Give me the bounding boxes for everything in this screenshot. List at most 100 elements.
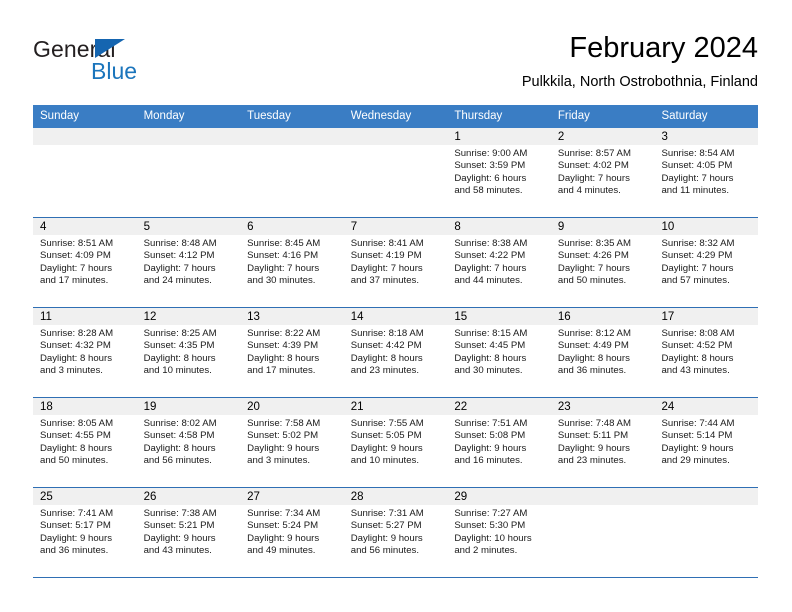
daylight-text-line1: Daylight: 9 hours bbox=[454, 442, 527, 454]
daylight-text-line1: Daylight: 9 hours bbox=[350, 532, 423, 544]
sunset-text: Sunset: 5:27 PM bbox=[350, 520, 422, 532]
day-cell[interactable]: 25 Sunrise: 7:41 AM Sunset: 5:17 PM Dayligh… bbox=[33, 488, 137, 577]
sunrise-text: Sunrise: 9:00 AM bbox=[454, 148, 528, 159]
daylight-text-line1: Daylight: 9 hours bbox=[350, 442, 423, 454]
sunrise-text: Sunrise: 8:25 AM bbox=[143, 328, 217, 339]
sunset-text: Sunset: 4:22 PM bbox=[454, 250, 526, 262]
sunset-text: Sunset: 4:39 PM bbox=[247, 340, 319, 352]
day-cell[interactable]: 29 Sunrise: 7:27 AM Sunset: 5:30 PM Dayligh… bbox=[447, 488, 551, 577]
day-cell[interactable]: 23 Sunrise: 7:48 AM Sunset: 5:11 PM Dayligh… bbox=[550, 398, 655, 487]
sunset-text: Sunset: 4:02 PM bbox=[557, 160, 629, 172]
daylight-text-line2: and 10 minutes. bbox=[143, 365, 212, 377]
day-cell[interactable]: 4 Sunrise: 8:51 AM Sunset: 4:09 PM Daylight… bbox=[33, 218, 137, 307]
daylight-text-line1: Daylight: 7 hours bbox=[557, 262, 630, 274]
day-number: 3 bbox=[654, 128, 759, 145]
day-cell[interactable]: 13 Sunrise: 8:22 AM Sunset: 4:39 PM Dayligh… bbox=[240, 308, 344, 397]
daylight-text-line2: and 16 minutes. bbox=[454, 455, 523, 467]
daylight-text-line2: and 3 minutes. bbox=[247, 455, 311, 467]
day-cell[interactable]: 2 Sunrise: 8:57 AM Sunset: 4:02 PM Daylight… bbox=[550, 128, 655, 217]
day-cell[interactable]: 18 Sunrise: 8:05 AM Sunset: 4:55 PM Dayligh… bbox=[33, 398, 137, 487]
calendar-week-row: 11 Sunrise: 8:28 AM Sunset: 4:32 PM Dayligh… bbox=[33, 307, 759, 397]
day-number bbox=[240, 128, 344, 145]
sunset-text: Sunset: 4:49 PM bbox=[557, 340, 629, 352]
day-number: 26 bbox=[136, 488, 241, 505]
daylight-text-line2: and 2 minutes. bbox=[454, 545, 518, 557]
daylight-text-line2: and 36 minutes. bbox=[40, 545, 109, 557]
day-cell[interactable]: 20 Sunrise: 7:58 AM Sunset: 5:02 PM Dayligh… bbox=[240, 398, 344, 487]
calendar-bottom-border bbox=[33, 577, 758, 578]
day-cell[interactable]: 24 Sunrise: 7:44 AM Sunset: 5:14 PM Dayligh… bbox=[654, 398, 759, 487]
day-number: 11 bbox=[33, 308, 137, 325]
day-number bbox=[136, 128, 241, 145]
day-cell-empty bbox=[550, 488, 655, 577]
day-number bbox=[343, 128, 448, 145]
daylight-text-line1: Daylight: 8 hours bbox=[40, 352, 112, 364]
general-blue-logo[interactable]: General Blue bbox=[33, 36, 233, 92]
day-cell[interactable]: 19 Sunrise: 8:02 AM Sunset: 4:58 PM Dayligh… bbox=[136, 398, 241, 487]
sunset-text: Sunset: 4:29 PM bbox=[661, 250, 733, 262]
daylight-text-line1: Daylight: 10 hours bbox=[454, 532, 532, 544]
day-number: 4 bbox=[33, 218, 137, 235]
day-number: 23 bbox=[550, 398, 655, 415]
sunset-text: Sunset: 4:16 PM bbox=[247, 250, 319, 262]
day-cell[interactable]: 7 Sunrise: 8:41 AM Sunset: 4:19 PM Daylight… bbox=[343, 218, 448, 307]
day-cell[interactable]: 5 Sunrise: 8:48 AM Sunset: 4:12 PM Daylight… bbox=[136, 218, 241, 307]
day-sun-info: Sunrise: 8:48 AM Sunset: 4:12 PM Daylight:… bbox=[137, 235, 241, 288]
sunset-text: Sunset: 4:32 PM bbox=[40, 340, 111, 352]
day-sun-info: Sunrise: 7:44 AM Sunset: 5:14 PM Daylight:… bbox=[654, 415, 758, 468]
day-cell[interactable]: 17 Sunrise: 8:08 AM Sunset: 4:52 PM Dayligh… bbox=[654, 308, 759, 397]
daylight-text-line1: Daylight: 8 hours bbox=[247, 352, 320, 364]
sunset-text: Sunset: 4:58 PM bbox=[143, 430, 215, 442]
day-number: 1 bbox=[447, 128, 551, 145]
day-cell[interactable]: 12 Sunrise: 8:25 AM Sunset: 4:35 PM Dayligh… bbox=[136, 308, 241, 397]
day-cell[interactable]: 27 Sunrise: 7:34 AM Sunset: 5:24 PM Dayligh… bbox=[240, 488, 344, 577]
calendar-week-row: 25 Sunrise: 7:41 AM Sunset: 5:17 PM Dayligh… bbox=[33, 487, 759, 577]
day-cell[interactable]: 21 Sunrise: 7:55 AM Sunset: 5:05 PM Dayligh… bbox=[343, 398, 448, 487]
sunset-text: Sunset: 4:19 PM bbox=[350, 250, 422, 262]
day-number: 27 bbox=[240, 488, 344, 505]
daylight-text-line1: Daylight: 8 hours bbox=[350, 352, 423, 364]
day-cell[interactable]: 28 Sunrise: 7:31 AM Sunset: 5:27 PM Dayligh… bbox=[343, 488, 448, 577]
day-cell[interactable]: 22 Sunrise: 7:51 AM Sunset: 5:08 PM Dayligh… bbox=[447, 398, 551, 487]
sunrise-text: Sunrise: 8:57 AM bbox=[557, 148, 631, 159]
sunrise-text: Sunrise: 8:41 AM bbox=[350, 238, 424, 249]
day-sun-info: Sunrise: 7:51 AM Sunset: 5:08 PM Daylight:… bbox=[447, 415, 551, 468]
day-cell[interactable]: 9 Sunrise: 8:35 AM Sunset: 4:26 PM Daylight… bbox=[550, 218, 655, 307]
day-number: 6 bbox=[240, 218, 344, 235]
daylight-text-line2: and 56 minutes. bbox=[143, 455, 212, 467]
sunset-text: Sunset: 5:30 PM bbox=[454, 520, 526, 532]
day-cell[interactable]: 16 Sunrise: 8:12 AM Sunset: 4:49 PM Dayligh… bbox=[550, 308, 655, 397]
logo-triangle-icon bbox=[95, 39, 125, 58]
day-cell[interactable]: 1 Sunrise: 9:00 AM Sunset: 3:59 PM Daylight… bbox=[447, 128, 551, 217]
day-cell[interactable]: 6 Sunrise: 8:45 AM Sunset: 4:16 PM Daylight… bbox=[240, 218, 344, 307]
day-cell[interactable]: 11 Sunrise: 8:28 AM Sunset: 4:32 PM Dayligh… bbox=[33, 308, 137, 397]
day-cell[interactable]: 3 Sunrise: 8:54 AM Sunset: 4:05 PM Daylight… bbox=[654, 128, 759, 217]
sunrise-text: Sunrise: 8:18 AM bbox=[350, 328, 424, 339]
day-number: 12 bbox=[136, 308, 241, 325]
daylight-text-line2: and 44 minutes. bbox=[454, 275, 523, 287]
day-cell[interactable]: 10 Sunrise: 8:32 AM Sunset: 4:29 PM Dayligh… bbox=[654, 218, 759, 307]
daylight-text-line2: and 43 minutes. bbox=[661, 365, 730, 377]
day-cell[interactable]: 26 Sunrise: 7:38 AM Sunset: 5:21 PM Dayligh… bbox=[136, 488, 241, 577]
sunrise-text: Sunrise: 8:48 AM bbox=[143, 238, 217, 249]
day-cell[interactable]: 14 Sunrise: 8:18 AM Sunset: 4:42 PM Dayligh… bbox=[343, 308, 448, 397]
sunset-text: Sunset: 5:14 PM bbox=[661, 430, 733, 442]
sunrise-text: Sunrise: 8:08 AM bbox=[661, 328, 735, 339]
daylight-text-line2: and 10 minutes. bbox=[350, 455, 420, 467]
day-cell[interactable]: 8 Sunrise: 8:38 AM Sunset: 4:22 PM Daylight… bbox=[447, 218, 551, 307]
sunset-text: Sunset: 5:11 PM bbox=[557, 430, 629, 442]
sunrise-text: Sunrise: 7:48 AM bbox=[557, 418, 631, 429]
day-sun-info: Sunrise: 7:48 AM Sunset: 5:11 PM Daylight:… bbox=[551, 415, 655, 468]
daylight-text-line2: and 30 minutes. bbox=[454, 365, 523, 377]
daylight-text-line2: and 57 minutes. bbox=[661, 275, 730, 287]
sunset-text: Sunset: 4:12 PM bbox=[143, 250, 215, 262]
daylight-text-line1: Daylight: 7 hours bbox=[557, 172, 630, 184]
sunset-text: Sunset: 5:17 PM bbox=[40, 520, 111, 532]
weekday-header-tuesday: Tuesday bbox=[247, 110, 291, 122]
daylight-text-line2: and 17 minutes. bbox=[247, 365, 316, 377]
day-cell[interactable]: 15 Sunrise: 8:15 AM Sunset: 4:45 PM Dayligh… bbox=[447, 308, 551, 397]
day-number: 28 bbox=[343, 488, 448, 505]
calendar-week-row: 1 Sunrise: 9:00 AM Sunset: 3:59 PM Daylight… bbox=[33, 128, 759, 217]
calendar-week-row: 4 Sunrise: 8:51 AM Sunset: 4:09 PM Daylight… bbox=[33, 217, 759, 307]
day-sun-info: Sunrise: 7:55 AM Sunset: 5:05 PM Daylight:… bbox=[344, 415, 448, 468]
